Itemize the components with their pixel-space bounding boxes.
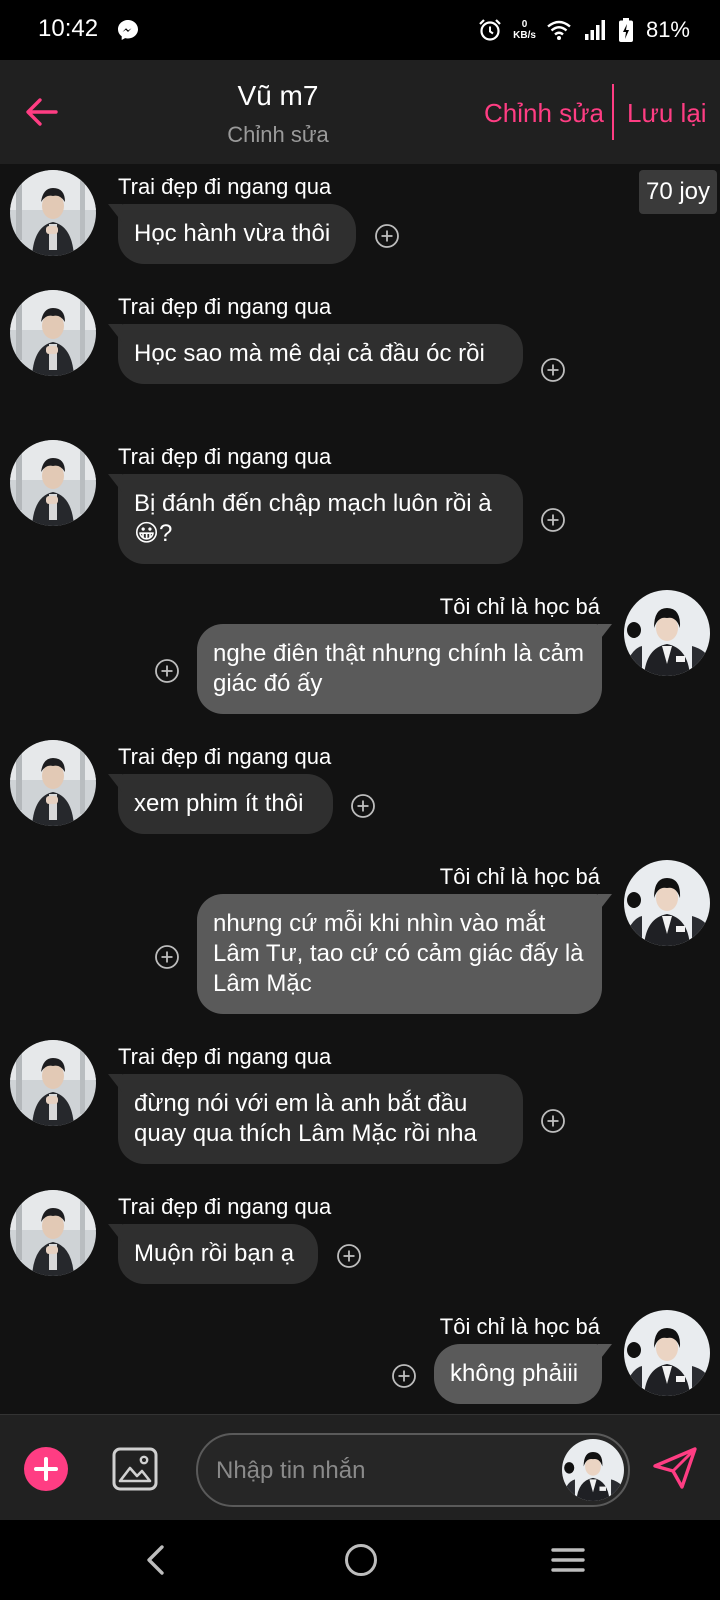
battery-icon [618, 18, 633, 42]
battery-percent: 81% [645, 17, 690, 42]
wifi-icon [547, 20, 571, 40]
chat-area[interactable]: 70 joy Trai đẹp đi ngang qua Học hành vừ… [0, 164, 720, 1414]
system-nav-bar [0, 1520, 720, 1600]
add-reaction-icon[interactable] [154, 944, 180, 970]
my-avatar[interactable] [624, 860, 710, 946]
nav-recents-icon[interactable] [551, 1547, 585, 1573]
sender-avatar[interactable] [10, 170, 96, 256]
sender-name: Trai đẹp đi ngang qua [118, 444, 332, 469]
status-time: 10:42 [38, 15, 99, 42]
sender-avatar[interactable] [10, 1190, 96, 1276]
sender-avatar[interactable] [10, 440, 96, 526]
sender-avatar[interactable] [10, 290, 96, 376]
message-bubble[interactable]: không phảiii [434, 1344, 612, 1404]
message-bubble[interactable]: Bị đánh đến chập mạch luôn rồi à 😀? [108, 474, 523, 564]
add-reaction-icon[interactable] [540, 1108, 566, 1134]
alarm-icon [479, 19, 501, 41]
nav-home-icon[interactable] [345, 1544, 377, 1576]
composer-bar [0, 1414, 720, 1520]
add-reaction-icon[interactable] [540, 507, 566, 533]
sender-avatar[interactable] [10, 740, 96, 826]
sender-name: Tôi chỉ là học bá [439, 1314, 600, 1339]
plus-button[interactable] [24, 1447, 68, 1491]
save-button[interactable]: Lưu lại [627, 98, 707, 129]
sender-name: Tôi chỉ là học bá [439, 864, 600, 889]
conversation-subtitle: Chỉnh sửa [227, 122, 329, 147]
message-input[interactable] [216, 1455, 546, 1487]
message-bubble[interactable]: nghe điên thật nhưng chính là cảm giác đ… [197, 624, 612, 714]
sender-avatar[interactable] [10, 1040, 96, 1126]
my-avatar[interactable] [624, 590, 710, 676]
messenger-icon [118, 20, 138, 40]
add-reaction-icon[interactable] [540, 357, 566, 383]
message-bubble[interactable]: nhưng cứ mỗi khi nhìn vào mắt Lâm Tư, ta… [197, 894, 612, 1014]
send-icon[interactable] [652, 1445, 698, 1491]
header-divider [612, 84, 614, 140]
app-header: Vũ m7 Chỉnh sửa Chỉnh sửa Lưu lại [0, 60, 720, 164]
message-field[interactable] [196, 1433, 630, 1507]
add-reaction-icon[interactable] [336, 1243, 362, 1269]
message-bubble[interactable]: đừng nói với em là anh bắt đầu quay qua … [108, 1074, 523, 1164]
add-reaction-icon[interactable] [374, 223, 400, 249]
persona-avatar[interactable] [562, 1439, 624, 1501]
sender-name: Trai đẹp đi ngang qua [118, 294, 332, 319]
status-icons: 0 KB/s 81% [477, 14, 690, 46]
sender-name: Trai đẹp đi ngang qua [118, 174, 332, 199]
sender-name: Trai đẹp đi ngang qua [118, 1044, 332, 1069]
conversation-title: Vũ m7 [237, 80, 319, 111]
signal-icon [584, 20, 605, 40]
image-icon[interactable] [112, 1447, 158, 1491]
add-reaction-icon[interactable] [154, 658, 180, 684]
my-avatar[interactable] [624, 1310, 710, 1396]
plus-icon [34, 1457, 58, 1481]
sender-name: Tôi chỉ là học bá [439, 594, 600, 619]
message-bubble[interactable]: Học sao mà mê dại cả đầu óc rồi [108, 324, 523, 384]
net-speed-value: 0 [521, 19, 528, 30]
sender-name: Trai đẹp đi ngang qua [118, 744, 332, 769]
add-reaction-icon[interactable] [350, 793, 376, 819]
message-bubble[interactable]: xem phim ít thôi [108, 774, 333, 834]
back-arrow-icon[interactable] [22, 92, 62, 132]
message-bubble[interactable]: Muộn rồi bạn ạ [108, 1224, 318, 1284]
nav-back-icon[interactable] [140, 1542, 170, 1578]
add-reaction-icon[interactable] [391, 1363, 417, 1389]
joy-badge: 70 joy [639, 170, 717, 214]
edit-button[interactable]: Chỉnh sửa [484, 98, 604, 129]
net-speed-unit: KB/s [513, 30, 536, 41]
message-bubble[interactable]: Học hành vừa thôi [108, 204, 356, 264]
net-speed: 0 KB/s [513, 19, 536, 41]
sender-name: Trai đẹp đi ngang qua [118, 1194, 332, 1219]
status-bar: 10:42 0 KB/s 81% [0, 0, 720, 60]
